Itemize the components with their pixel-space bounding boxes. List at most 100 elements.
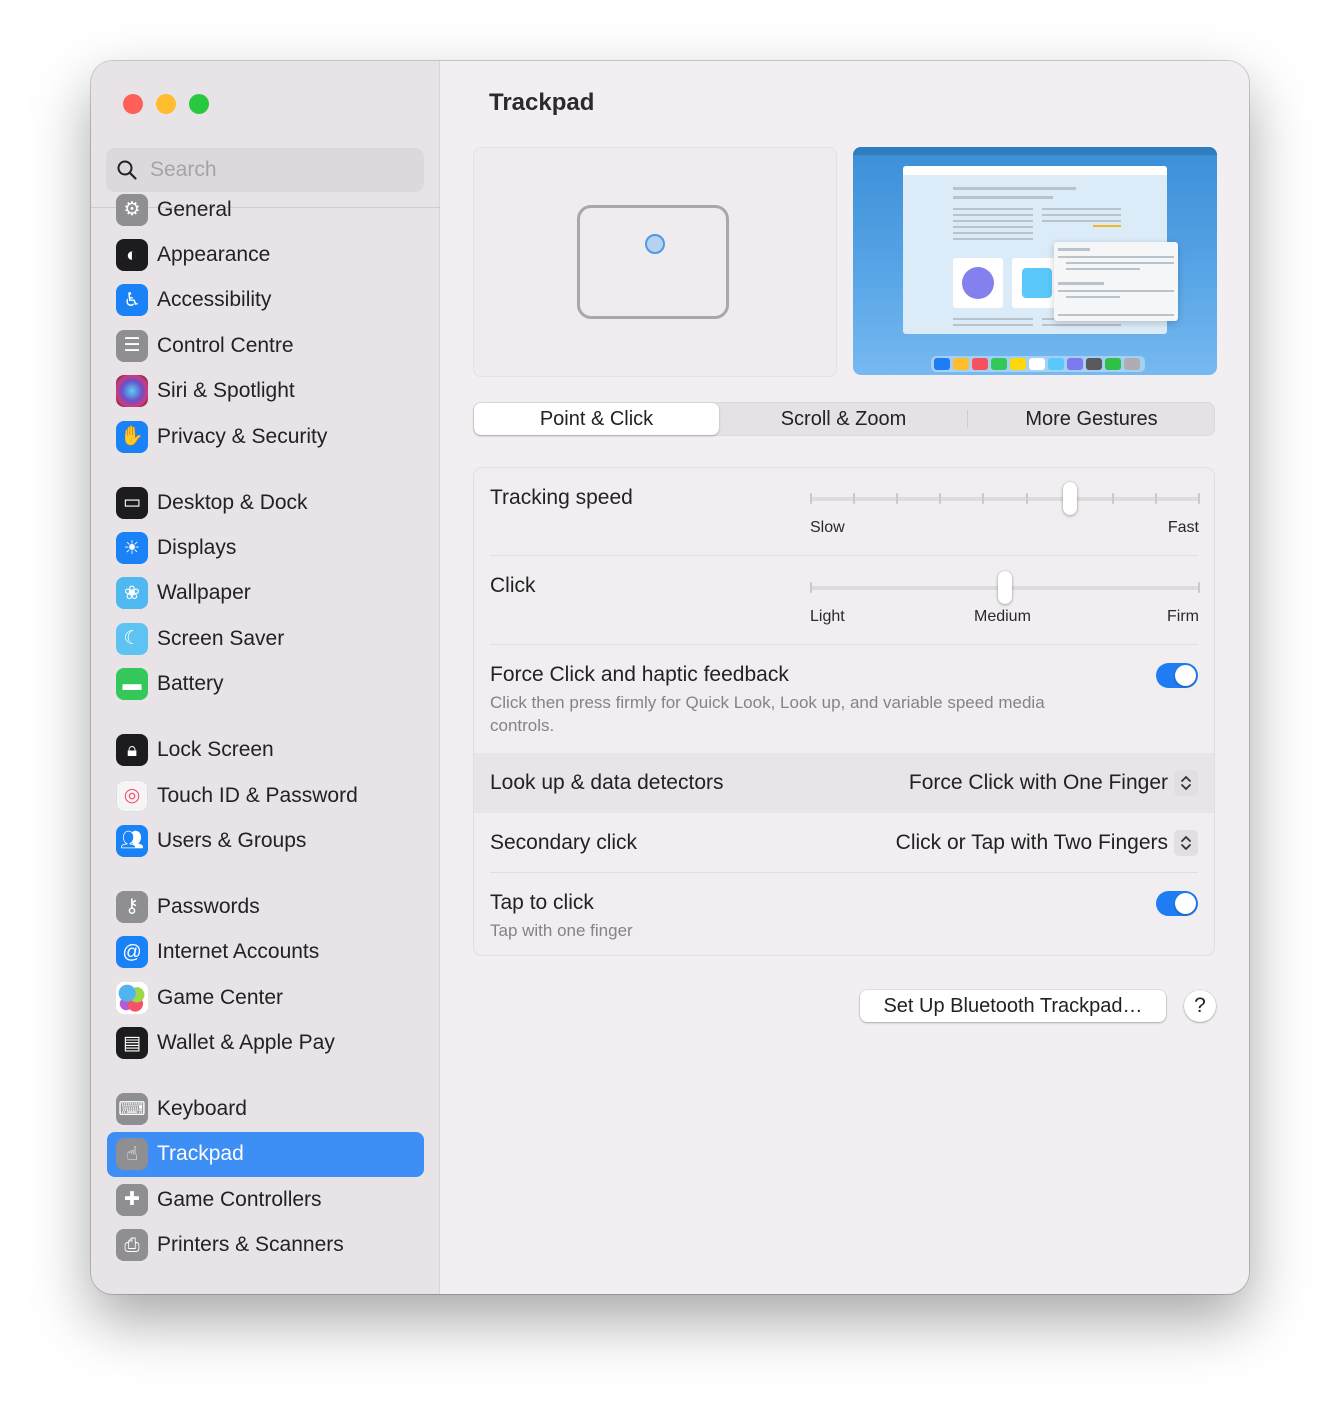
sidebar-item-wallet-and-apple-pay[interactable]: ▤ Wallet & Apple Pay [107,1020,424,1065]
window-controls [123,94,209,114]
lock-icon: 🔒︎ [116,734,148,767]
look-up-popup[interactable]: Force Click with One Finger [909,770,1198,796]
tracking-speed-row: Tracking speed Slow Fast [474,468,1214,556]
force-click-toggle[interactable] [1156,663,1198,688]
tap-to-click-toggle[interactable] [1156,891,1198,916]
preview-lookup-popup [1054,242,1178,321]
setup-bluetooth-trackpad-button[interactable]: Set Up Bluetooth Trackpad… [860,990,1166,1022]
tap-to-click-label: Tap to click [490,891,594,914]
click-firm-label: Firm [1167,608,1199,625]
close-window-button[interactable] [123,94,143,114]
sidebar-item-control-centre[interactable]: ☰ Control Centre [107,323,424,368]
tab-scroll-and-zoom[interactable]: Scroll & Zoom [721,403,966,435]
sidebar-item-desktop-and-dock[interactable]: ▭ Desktop & Dock [107,480,424,525]
sidebar-item-label: Control Centre [157,333,294,357]
secondary-click-row: Secondary click Click or Tap with Two Fi… [474,813,1214,873]
page-title: Trackpad [489,89,595,116]
sidebar-item-wallpaper[interactable]: ❀ Wallpaper [107,571,424,616]
dock-app-icon [991,358,1007,370]
siri-icon: ◉ [116,375,148,408]
sidebar-item-label: Printers & Scanners [157,1233,344,1257]
look-up-row: Look up & data detectors Force Click wit… [474,753,1214,813]
tracking-speed-slider[interactable] [810,482,1200,515]
system-settings-window: ⚙ General ◐ Appearance ♿ Accessibility ☰ Contro… [91,61,1249,1294]
dock-app-icon [1086,358,1102,370]
dock-app-icon [972,358,988,370]
minimize-window-button[interactable] [156,94,176,114]
appearance-icon: ◐ [116,239,148,272]
sidebar-item-appearance[interactable]: ◐ Appearance [107,232,424,277]
sidebar-item-displays[interactable]: ☀ Displays [107,525,424,570]
sidebar-item-label: Desktop & Dock [157,490,308,514]
sidebar-item-siri-and-spotlight[interactable]: ◉ Siri & Spotlight [107,369,424,414]
preview-dock [931,356,1145,372]
sidebar-item-printers-and-scanners[interactable]: ⎙ Printers & Scanners [107,1223,424,1268]
search-input[interactable] [148,157,412,183]
tab-divider [967,410,968,428]
tracking-speed-slider-tick [1111,493,1114,504]
secondary-click-popup[interactable]: Click or Tap with Two Fingers [896,830,1198,856]
sidebar-item-accessibility[interactable]: ♿ Accessibility [107,278,424,323]
sidebar-item-general[interactable]: ⚙ General [107,187,424,232]
force-click-description: Click then press firmly for Quick Look, … [490,693,1045,735]
chevron-up-down-icon [1174,770,1198,796]
fingerprint-icon: ◎ [116,779,148,812]
highlighted-word [1093,225,1121,227]
tracking-speed-label: Tracking speed [490,486,633,509]
dock-app-icon [934,358,950,370]
sidebar-item-label: Keyboard [157,1097,247,1121]
click-slider-tick [1198,582,1200,593]
tracking-speed-slider-thumb[interactable] [1062,482,1077,515]
sidebar-item-users-and-groups[interactable]: 👥︎ Users & Groups [107,818,424,863]
sidebar-item-privacy-and-security[interactable]: ✋ Privacy & Security [107,414,424,459]
tracking-speed-slider-tick [1154,493,1157,504]
gamepad-icon: ✚ [116,1183,148,1216]
click-slider-tick [810,582,812,593]
dock-app-icon [1029,358,1045,370]
sidebar-list: ⚙ General ◐ Appearance ♿ Accessibility ☰ Contro… [107,193,424,1268]
sidebar-item-touch-id-and-password[interactable]: ◎ Touch ID & Password [107,773,424,818]
sidebar-item-game-center[interactable]: ● Game Center [107,975,424,1020]
slider-min-label: Slow [810,519,845,536]
sidebar-item-trackpad[interactable]: ☝ Trackpad [107,1131,424,1178]
tracking-speed-slider-tick [810,493,812,504]
sidebar-item-label: Game Center [157,985,284,1009]
dock-icon: ▭ [116,486,148,519]
tab-point-and-click[interactable]: Point & Click [474,403,719,435]
click-light-label: Light [810,608,845,625]
tracking-speed-slider-tick [853,493,856,504]
gear-icon: ⚙ [116,193,148,226]
zoom-window-button[interactable] [189,94,209,114]
dock-app-icon [953,358,969,370]
tracking-speed-slider-tick [896,493,899,504]
trackpad-illustration [577,205,729,319]
sidebar-item-passwords[interactable]: ⚷ Passwords [107,884,424,929]
force-click-label: Force Click and haptic feedback [490,663,789,686]
screen-saver-icon: ☾ [116,622,148,655]
gesture-preview-screen [853,147,1217,375]
sidebar-item-keyboard[interactable]: ⌨ Keyboard [107,1086,424,1131]
search-field[interactable] [106,148,424,192]
settings-group: Tracking speed Slow Fast Click Light Med… [473,467,1215,956]
game-center-icon: ● [116,981,148,1014]
printer-icon: ⎙ [116,1229,148,1262]
sidebar-item-game-controllers[interactable]: ✚ Game Controllers [107,1177,424,1222]
click-medium-label: Medium [974,608,1031,625]
sidebar-item-battery[interactable]: ▬ Battery [107,662,424,707]
click-pressure-slider[interactable] [810,571,1200,604]
sidebar-item-label: Accessibility [157,288,272,312]
slider-max-label: Fast [1167,519,1199,536]
battery-icon: ▬ [116,668,148,701]
help-button[interactable]: ? [1184,990,1216,1022]
sidebar-item-label: Wallet & Apple Pay [157,1031,335,1055]
tab-more-gestures[interactable]: More Gestures [969,403,1214,435]
click-slider-thumb[interactable] [998,571,1012,604]
sidebar-item-internet-accounts[interactable]: @ Internet Accounts [107,930,424,975]
force-click-row: Force Click and haptic feedback Click th… [474,645,1214,753]
sidebar-item-screen-saver[interactable]: ☾ Screen Saver [107,616,424,661]
sidebar-item-label: Wallpaper [157,581,251,605]
secondary-click-label: Secondary click [490,831,638,854]
sidebar-item-label: Siri & Spotlight [157,379,295,403]
sidebar-item-lock-screen[interactable]: 🔒︎ Lock Screen [107,727,424,772]
main-pane: Trackpad Point & Click Scroll & Zoom Mor… [440,61,1249,1294]
